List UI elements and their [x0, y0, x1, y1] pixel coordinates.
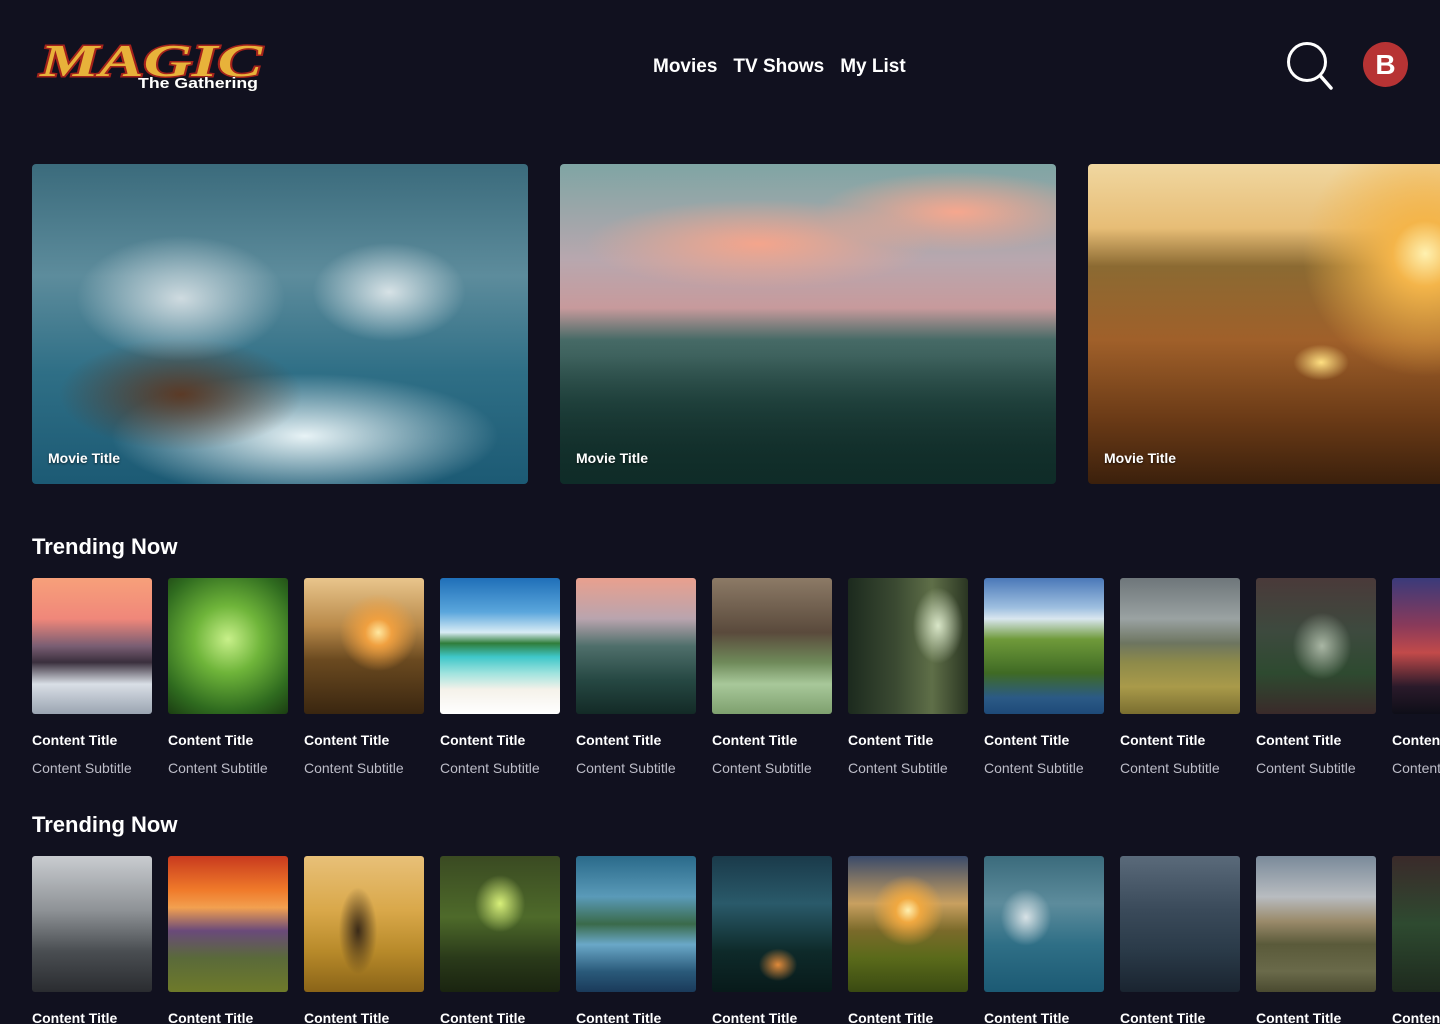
- content-row: Content Title Content Subtitle Content T…: [32, 578, 1440, 788]
- content-title: Content Title: [984, 1010, 1070, 1024]
- content-title: Content Title: [32, 1010, 118, 1024]
- content-thumbnail: [304, 578, 424, 714]
- search-icon: [1287, 42, 1333, 90]
- content-title: Content Title: [576, 732, 662, 748]
- nav-my-list[interactable]: My List: [840, 56, 905, 78]
- content-thumbnail: [440, 856, 560, 992]
- content-thumbnail: [984, 856, 1104, 992]
- main-nav: Movies TV Shows My List: [653, 56, 906, 78]
- content-thumbnail: [712, 578, 832, 714]
- content-title: Content Title: [440, 732, 526, 748]
- content-title: Content Title: [32, 732, 118, 748]
- content-subtitle: Content Subtitle: [1392, 760, 1440, 776]
- hero-title: Movie Title: [48, 450, 121, 466]
- content-subtitle: Content Subtitle: [32, 760, 132, 776]
- magic-logo-image: MAGIC The Gathering: [37, 34, 265, 93]
- content-subtitle: Content Subtitle: [576, 760, 676, 776]
- content-title: Content Title: [1392, 732, 1440, 748]
- content-thumbnail: [848, 856, 968, 992]
- content-thumbnail: [1256, 856, 1376, 992]
- content-card[interactable]: Content Title: [304, 856, 424, 1024]
- content-thumbnail: [168, 578, 288, 714]
- content-thumbnail: [440, 578, 560, 714]
- content-subtitle: Content Subtitle: [1120, 760, 1220, 776]
- section-title: Trending Now: [32, 812, 178, 837]
- content-title: Content Title: [576, 1010, 662, 1024]
- profile-avatar[interactable]: B: [1363, 42, 1408, 87]
- content-thumbnail: [576, 856, 696, 992]
- content-card[interactable]: Content Title: [440, 856, 560, 1024]
- content-title: Content Title: [848, 1010, 934, 1024]
- content-title: Content Title: [168, 732, 254, 748]
- content-thumbnail: [32, 856, 152, 992]
- content-thumbnail: [848, 578, 968, 714]
- content-thumbnail: [984, 578, 1104, 714]
- content-subtitle: Content Subtitle: [984, 760, 1084, 776]
- content-subtitle: Content Subtitle: [440, 760, 540, 776]
- content-card[interactable]: Content Title: [32, 856, 152, 1024]
- content-card[interactable]: Content Title Content Subtitle: [1392, 578, 1440, 776]
- content-thumbnail: [304, 856, 424, 992]
- hero-card[interactable]: Movie Title: [32, 164, 528, 484]
- content-card[interactable]: Content Title Content Subtitle: [576, 578, 696, 776]
- content-title: Content Title: [712, 1010, 798, 1024]
- section-title: Trending Now: [32, 534, 178, 559]
- content-title: Content Title: [712, 732, 798, 748]
- content-thumbnail: [576, 578, 696, 714]
- content-card[interactable]: Content Title: [848, 856, 968, 1024]
- content-card[interactable]: Content Title: [1256, 856, 1376, 1024]
- content-card[interactable]: Content Title: [1120, 856, 1240, 1024]
- content-card[interactable]: Content Title Content Subtitle: [304, 578, 424, 776]
- content-thumbnail: [712, 856, 832, 992]
- content-title: Content Title: [168, 1010, 254, 1024]
- hero-carousel: Movie Title Movie Title Movie Title: [32, 164, 1440, 484]
- hero-title: Movie Title: [1104, 450, 1177, 466]
- content-card[interactable]: Content Title Content Subtitle: [984, 578, 1104, 776]
- content-card[interactable]: Content Title Content Subtitle: [440, 578, 560, 776]
- content-thumbnail: [1392, 856, 1440, 992]
- content-thumbnail: [1392, 578, 1440, 714]
- content-title: Content Title: [304, 732, 390, 748]
- content-thumbnail: [32, 578, 152, 714]
- content-card[interactable]: Content Title Content Subtitle: [1256, 578, 1376, 776]
- content-card[interactable]: Content Title Content Subtitle: [712, 578, 832, 776]
- content-subtitle: Content Subtitle: [848, 760, 948, 776]
- content-title: Content Title: [440, 1010, 526, 1024]
- hero-card[interactable]: Movie Title: [1088, 164, 1440, 484]
- content-title: Content Title: [304, 1010, 390, 1024]
- content-card[interactable]: Content Title Content Subtitle: [1120, 578, 1240, 776]
- content-card[interactable]: Content Title Content Subtitle: [168, 578, 288, 776]
- search-button[interactable]: [1286, 41, 1334, 93]
- hero-title: Movie Title: [576, 450, 649, 466]
- content-thumbnail: [168, 856, 288, 992]
- hero-card[interactable]: Movie Title: [560, 164, 1056, 484]
- logo-sub-text: The Gathering: [138, 75, 258, 92]
- content-title: Content Title: [1256, 1010, 1342, 1024]
- content-card[interactable]: Content Title: [1392, 856, 1440, 1024]
- brand-logo[interactable]: MAGIC The Gathering: [36, 30, 268, 100]
- content-card[interactable]: Content Title: [712, 856, 832, 1024]
- content-card[interactable]: Content Title: [168, 856, 288, 1024]
- content-title: Content Title: [1256, 732, 1342, 748]
- content-card[interactable]: Content Title Content Subtitle: [848, 578, 968, 776]
- content-row: Content Title Content Title Content Titl…: [32, 856, 1440, 1024]
- content-subtitle: Content Subtitle: [1256, 760, 1356, 776]
- content-thumbnail: [1256, 578, 1376, 714]
- content-title: Content Title: [1120, 1010, 1206, 1024]
- nav-movies[interactable]: Movies: [653, 56, 717, 78]
- content-subtitle: Content Subtitle: [712, 760, 812, 776]
- content-title: Content Title: [1120, 732, 1206, 748]
- content-card[interactable]: Content Title: [984, 856, 1104, 1024]
- content-thumbnail: [1120, 578, 1240, 714]
- content-thumbnail: [1120, 856, 1240, 992]
- content-subtitle: Content Subtitle: [304, 760, 404, 776]
- content-subtitle: Content Subtitle: [168, 760, 268, 776]
- content-title: Content Title: [848, 732, 934, 748]
- content-card[interactable]: Content Title: [576, 856, 696, 1024]
- content-title: Content Title: [984, 732, 1070, 748]
- content-title: Content Title: [1392, 1010, 1440, 1024]
- nav-tv-shows[interactable]: TV Shows: [733, 56, 824, 78]
- content-card[interactable]: Content Title Content Subtitle: [32, 578, 152, 776]
